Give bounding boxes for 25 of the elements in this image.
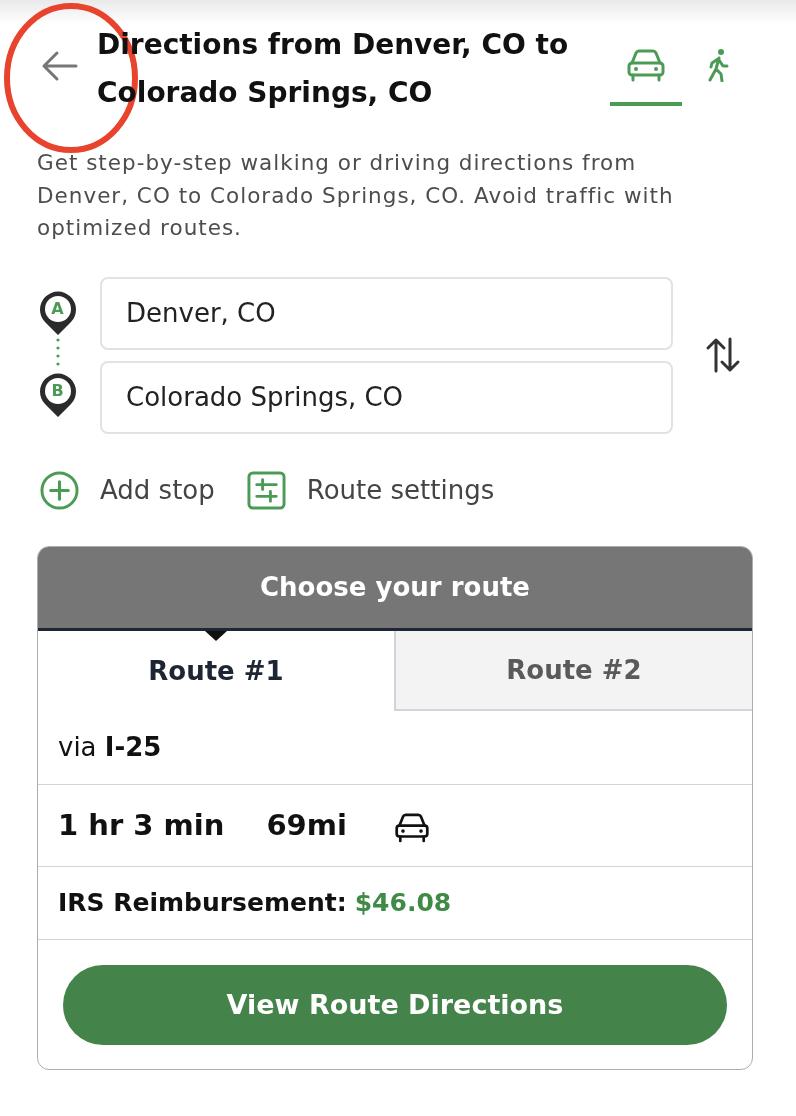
caret-icon xyxy=(205,630,227,641)
location-field[interactable]: Denver, CO xyxy=(100,276,673,350)
card-header: Choose your route xyxy=(38,546,752,631)
reimbursement-label: IRS Reimbursement: xyxy=(58,888,347,917)
description-text: Get step-by-step walking or driving directions from Denver, CO to Colorado Springs, CO. Avoid traffic with optimized routes. xyxy=(37,149,675,242)
sliders-icon xyxy=(246,470,286,510)
reimbursement-amount: $46.08 xyxy=(354,888,452,917)
walking-person-icon xyxy=(706,48,730,82)
via-text: via I-25 xyxy=(58,732,162,762)
route-tab[interactable]: Route #2 xyxy=(394,630,752,711)
plus-icon xyxy=(40,470,79,510)
duration-text: 1 hr 3 min xyxy=(58,808,225,842)
route-settings-button[interactable]: Route settings xyxy=(246,470,495,510)
location-field[interactable]: Colorado Springs, CO xyxy=(100,360,673,434)
swap-icon xyxy=(705,337,741,373)
swap-button[interactable] xyxy=(705,337,741,373)
view-directions-button[interactable]: View Route Directions xyxy=(63,964,727,1045)
distance-text: 69mi xyxy=(266,808,347,842)
car-icon xyxy=(626,48,666,82)
location-pin: A xyxy=(37,289,78,336)
location-pin: B xyxy=(37,371,78,418)
car-icon xyxy=(393,811,430,843)
back-button[interactable] xyxy=(40,50,78,82)
back-arrow-icon xyxy=(40,50,78,82)
add-stop-button[interactable]: Add stop xyxy=(40,470,215,510)
